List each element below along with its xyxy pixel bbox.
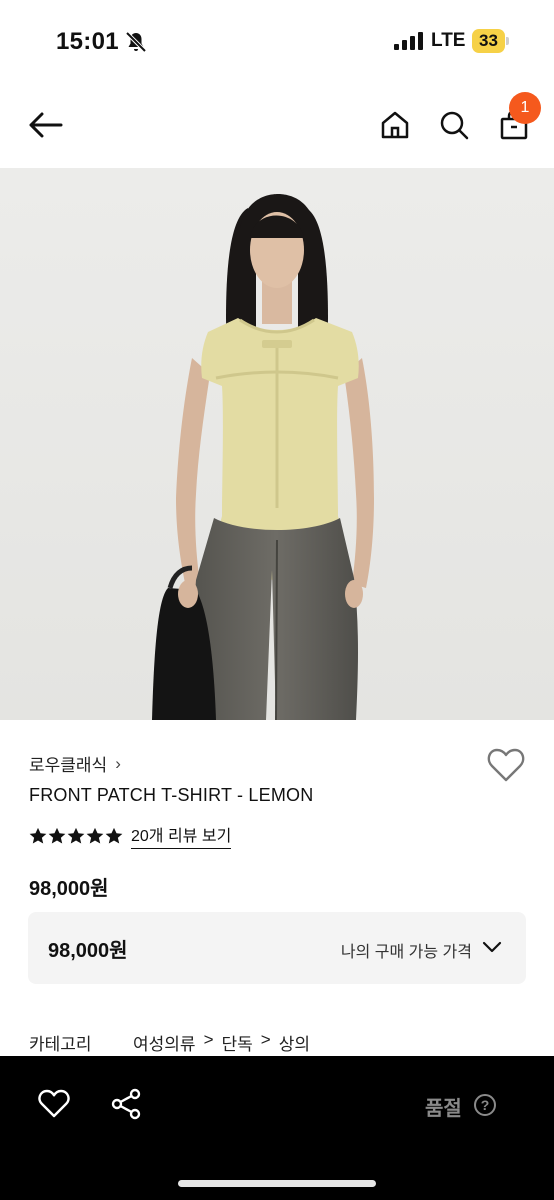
signal-icon bbox=[394, 32, 423, 50]
heart-icon[interactable] bbox=[487, 747, 525, 783]
breadcrumb-item[interactable]: 단독 bbox=[222, 1030, 253, 1055]
battery-icon: 33 bbox=[472, 29, 509, 53]
star-rating bbox=[29, 827, 123, 845]
my-price-value: 98,000원 bbox=[48, 940, 128, 962]
battery-level: 33 bbox=[479, 31, 498, 50]
chevron-right-icon: > bbox=[260, 1030, 271, 1049]
product-price: 98,000원 bbox=[29, 878, 109, 900]
bottom-action-bar: 품절 ? bbox=[0, 1056, 554, 1200]
model-photo bbox=[0, 168, 554, 720]
cart-count-badge: 1 bbox=[509, 92, 541, 124]
chevron-right-icon: › bbox=[115, 753, 121, 773]
star-icon bbox=[86, 827, 104, 843]
status-bar: 15:01 LTE 33 bbox=[0, 0, 554, 84]
heart-icon[interactable] bbox=[38, 1088, 70, 1120]
breadcrumb-item[interactable]: 상의 bbox=[279, 1030, 310, 1055]
brand-link[interactable]: 로우클래식 › bbox=[29, 751, 121, 776]
product-title: FRONT PATCH T-SHIRT - LEMON bbox=[29, 785, 314, 805]
product-image[interactable] bbox=[0, 168, 554, 720]
chevron-down-icon bbox=[482, 941, 502, 953]
back-arrow-icon bbox=[29, 112, 63, 138]
star-icon bbox=[48, 827, 66, 843]
home-indicator[interactable] bbox=[178, 1180, 376, 1187]
share-icon[interactable] bbox=[110, 1088, 142, 1120]
brand-name: 로우클래식 bbox=[29, 756, 108, 775]
rating-row: 20개 리뷰 보기 bbox=[29, 822, 232, 849]
back-button[interactable] bbox=[24, 104, 66, 146]
chevron-right-icon: > bbox=[203, 1030, 214, 1049]
star-icon bbox=[29, 827, 47, 843]
top-nav bbox=[0, 84, 554, 168]
status-time: 15:01 bbox=[56, 28, 119, 55]
review-link[interactable]: 20개 리뷰 보기 bbox=[131, 822, 232, 849]
category-label: 카테고리 bbox=[29, 1035, 92, 1054]
help-icon[interactable]: ? bbox=[474, 1094, 496, 1116]
star-icon bbox=[105, 827, 123, 843]
star-icon bbox=[67, 827, 85, 843]
bell-off-icon bbox=[125, 31, 147, 53]
breadcrumb-item[interactable]: 여성의류 bbox=[133, 1030, 196, 1055]
home-icon bbox=[381, 111, 409, 139]
sold-out-label: 품절 bbox=[425, 1098, 462, 1120]
search-icon bbox=[440, 111, 469, 140]
search-button[interactable] bbox=[434, 104, 474, 146]
my-price-dropdown[interactable]: 98,000원 나의 구매 가능 가격 bbox=[28, 912, 526, 984]
category-breadcrumb: 여성의류 > 단독 > 상의 bbox=[133, 1030, 310, 1055]
my-price-label: 나의 구매 가능 가격 bbox=[340, 944, 472, 961]
network-type: LTE bbox=[431, 30, 466, 51]
home-button[interactable] bbox=[375, 104, 415, 146]
